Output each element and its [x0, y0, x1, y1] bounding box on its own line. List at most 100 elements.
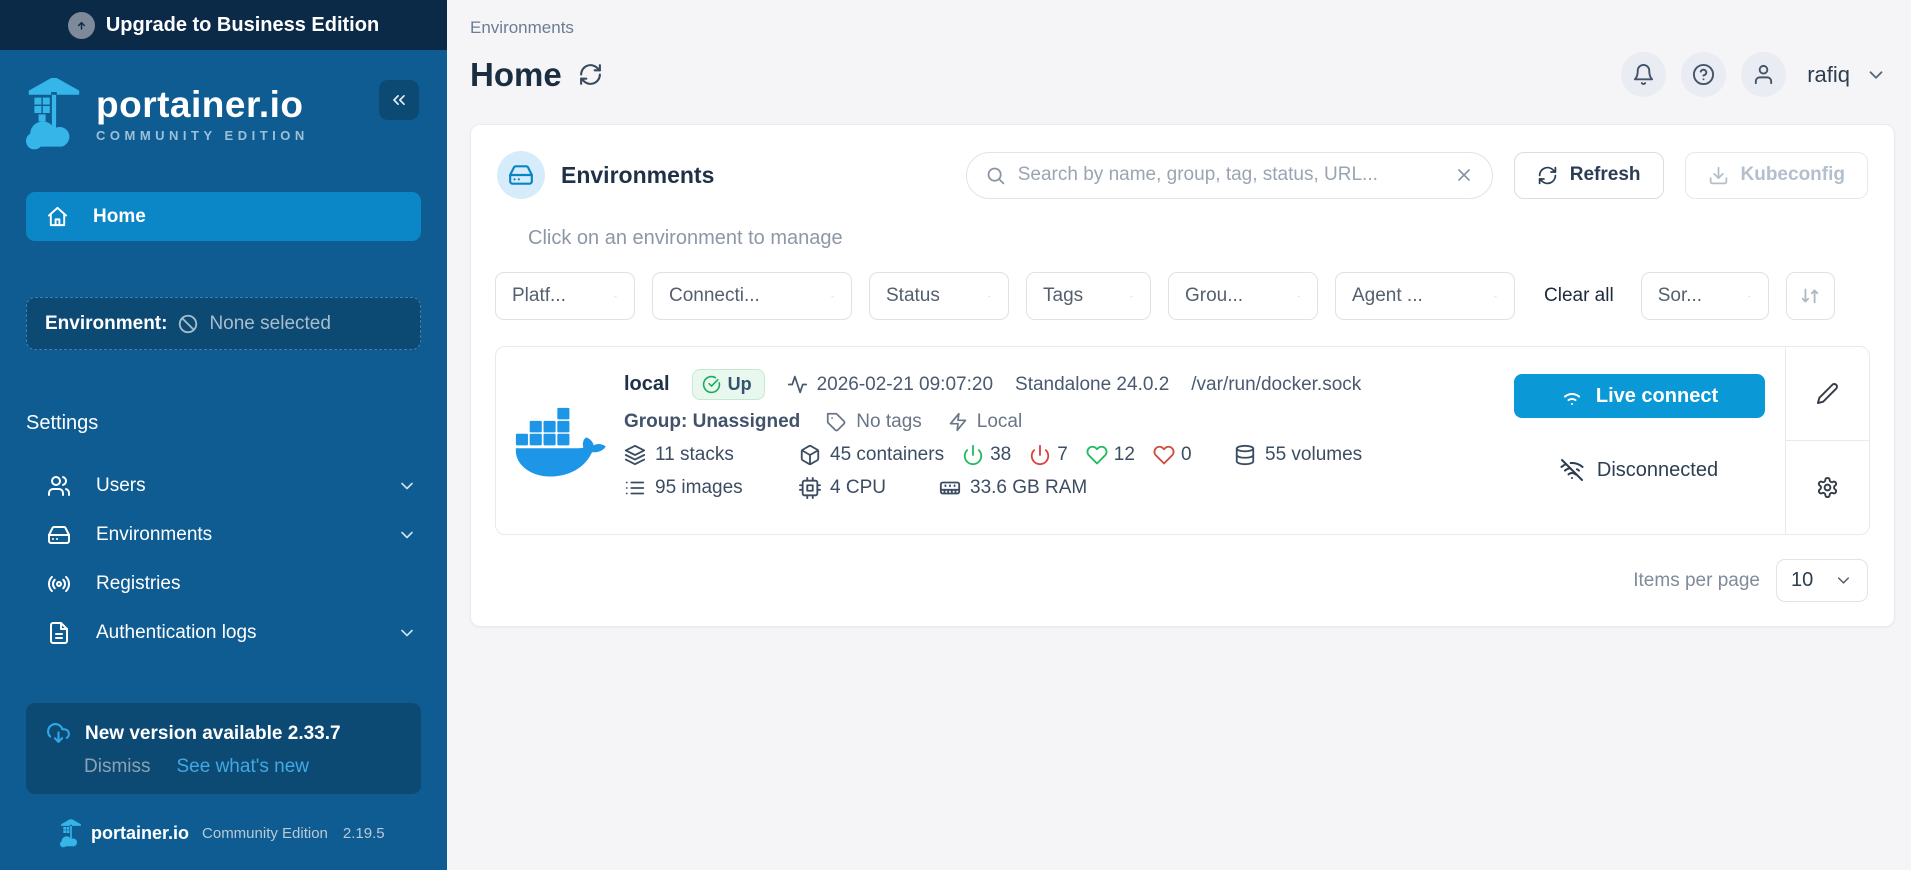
chevron-down-icon — [816, 287, 835, 306]
arrow-up-circle-icon — [68, 12, 95, 39]
dismiss-link[interactable]: Dismiss — [84, 756, 151, 778]
title-row: Home rafiq — [470, 52, 1895, 97]
kubeconfig-button[interactable]: Kubeconfig — [1685, 152, 1869, 199]
search-input[interactable] — [1018, 164, 1442, 186]
breadcrumb[interactable]: Environments — [470, 18, 1895, 38]
stat-stacks[interactable]: 11 stacks — [624, 444, 799, 466]
connection-status: Disconnected — [1560, 458, 1718, 482]
edit-environment-button[interactable] — [1786, 347, 1869, 440]
stat-images[interactable]: 95 images — [624, 477, 799, 499]
environment-name: local — [624, 373, 670, 396]
user-menu-button[interactable] — [1741, 52, 1786, 97]
stat-stopped: 7 — [1029, 444, 1068, 466]
sort-direction-button[interactable] — [1786, 272, 1835, 320]
help-button[interactable] — [1681, 52, 1726, 97]
footer-edition: Community Edition — [202, 825, 328, 842]
sidebar-item-environments[interactable]: Environments — [0, 510, 447, 559]
environment-url: /var/run/docker.sock — [1191, 374, 1361, 396]
chevron-down-icon — [1834, 571, 1853, 590]
power-off-icon — [1029, 444, 1051, 466]
file-text-icon — [47, 621, 71, 645]
filter-status[interactable]: Status — [869, 272, 1009, 320]
whats-new-link[interactable]: See what's new — [177, 756, 309, 778]
filter-connection-type[interactable]: Connecti... — [652, 272, 852, 320]
brand-title: portainer.io — [96, 84, 309, 126]
activity-icon — [787, 374, 808, 395]
clear-search-icon[interactable] — [1454, 165, 1474, 185]
bell-icon — [1632, 63, 1655, 86]
stat-volumes[interactable]: 55 volumes — [1234, 444, 1362, 466]
chevron-down-icon — [973, 287, 992, 306]
last-check-time: 2026-02-21 09:07:20 — [787, 374, 993, 396]
users-icon — [47, 474, 71, 498]
chevron-down-icon — [1479, 287, 1498, 306]
stat-ram: 33.6 GB RAM — [939, 477, 1087, 499]
sidebar-item-home[interactable]: Home — [26, 192, 421, 241]
filter-tags[interactable]: Tags — [1026, 272, 1151, 320]
stat-cpu: 4 CPU — [799, 477, 939, 499]
environments-panel-icon — [497, 151, 545, 199]
environment-search — [966, 152, 1493, 199]
upgrade-banner[interactable]: Upgrade to Business Edition — [0, 0, 447, 50]
chevron-down-icon — [599, 287, 618, 306]
sidebar-footer: portainer.io Community Edition 2.19.5 — [0, 794, 447, 870]
chevron-down-icon[interactable] — [397, 476, 417, 496]
brand-subtitle: COMMUNITY EDITION — [96, 128, 309, 143]
pencil-icon — [1816, 382, 1839, 405]
sidebar-item-label: Users — [96, 475, 146, 497]
environment-group: Group: Unassigned — [624, 411, 800, 433]
environment-row-local[interactable]: local Up 2026-02-21 09:07:20 Standalone … — [495, 346, 1870, 535]
environment-settings-button[interactable] — [1786, 440, 1869, 534]
memory-icon — [939, 477, 961, 499]
refresh-page-icon[interactable] — [578, 62, 603, 87]
sidebar-item-registries[interactable]: Registries — [0, 559, 447, 608]
portainer-footer-logo-icon — [60, 818, 82, 848]
sidebar-item-users[interactable]: Users — [0, 461, 447, 510]
environment-selector[interactable]: Environment: None selected — [26, 297, 421, 350]
zap-icon — [948, 412, 968, 432]
docker-whale-icon — [513, 405, 608, 477]
cpu-icon — [799, 477, 821, 499]
sidebar-collapse-button[interactable] — [379, 80, 419, 120]
layers-icon — [624, 444, 646, 466]
chevron-down-icon[interactable] — [397, 525, 417, 545]
items-per-page-select[interactable]: 10 — [1776, 559, 1868, 602]
wifi-off-icon — [1560, 458, 1584, 482]
gear-icon — [1816, 476, 1839, 499]
filter-agent[interactable]: Agent ... — [1335, 272, 1515, 320]
refresh-button[interactable]: Refresh — [1514, 152, 1664, 199]
check-circle-icon — [702, 375, 721, 394]
stat-running: 38 — [962, 444, 1011, 466]
environments-panel: Environments Refresh Kubeconfig Click on… — [470, 124, 1895, 627]
filter-platform[interactable]: Platf... — [495, 272, 635, 320]
pagination: Items per page 10 — [471, 535, 1894, 602]
stat-healthy: 12 — [1086, 444, 1135, 466]
heart-unhealthy-icon — [1153, 444, 1175, 466]
notifications-button[interactable] — [1621, 52, 1666, 97]
refresh-icon — [1537, 165, 1558, 186]
chevrons-left-icon — [389, 90, 409, 110]
sort-select[interactable]: Sor... — [1641, 272, 1769, 320]
update-notice-title: New version available 2.33.7 — [85, 723, 341, 745]
chevron-down-icon — [1282, 287, 1301, 306]
chevron-down-icon — [1733, 287, 1752, 306]
page-title: Home — [470, 56, 562, 94]
stat-containers[interactable]: 45 containers — [799, 444, 944, 466]
sidebar-item-label: Authentication logs — [96, 622, 257, 644]
home-icon — [46, 205, 69, 228]
help-circle-icon — [1692, 63, 1715, 86]
update-notice: New version available 2.33.7 Dismiss See… — [26, 703, 421, 794]
live-connect-button[interactable]: Live connect — [1514, 374, 1765, 418]
user-icon — [1752, 63, 1775, 86]
filter-group[interactable]: Grou... — [1168, 272, 1318, 320]
chevron-down-icon[interactable] — [397, 623, 417, 643]
panel-subtitle: Click on an environment to manage — [528, 227, 1894, 250]
sidebar-item-label: Environments — [96, 524, 212, 546]
settings-heading: Settings — [26, 412, 421, 435]
database-icon — [1234, 444, 1256, 466]
clear-all-link[interactable]: Clear all — [1544, 285, 1614, 307]
username[interactable]: rafiq — [1807, 62, 1850, 88]
items-per-page-label: Items per page — [1633, 570, 1760, 592]
chevron-down-icon[interactable] — [1865, 64, 1887, 86]
sidebar-item-authentication-logs[interactable]: Authentication logs — [0, 608, 447, 657]
